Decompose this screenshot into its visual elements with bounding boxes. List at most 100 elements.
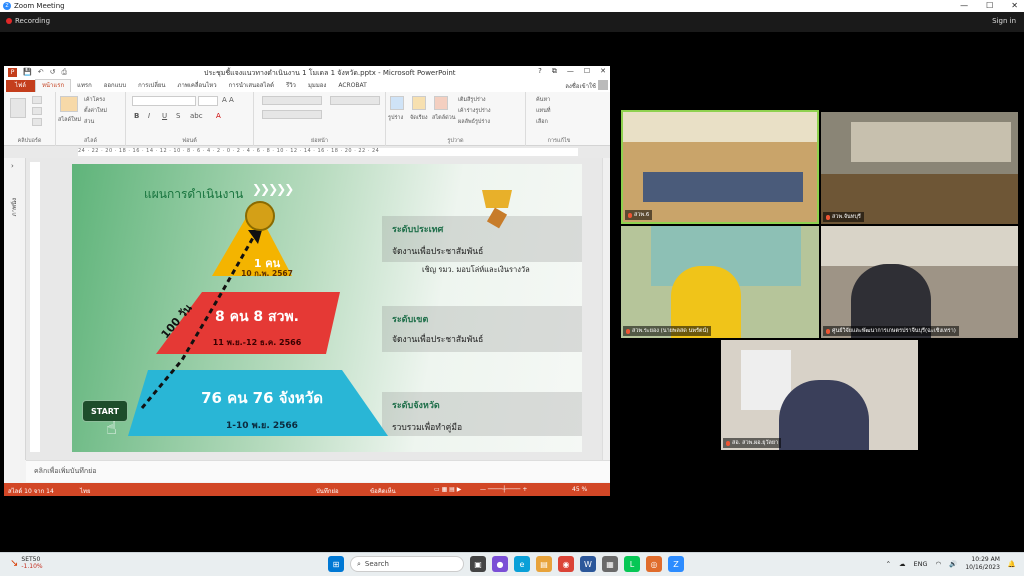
quick-style-icon[interactable] — [434, 96, 448, 110]
signin-button[interactable]: Sign in — [992, 17, 1016, 25]
search-box[interactable]: ⌕ Search — [350, 556, 464, 572]
group-label: คลิปบอร์ด — [17, 138, 42, 144]
stock-widget[interactable]: ↘ SET50 -1.10% — [10, 556, 43, 570]
start-button[interactable]: ⊞ — [328, 556, 344, 572]
video-tile[interactable]: สวพ.ระยอง (นายพลสด นพรัตน์) — [621, 226, 819, 338]
present-icon[interactable]: ⎙ — [61, 68, 67, 77]
signin-link[interactable]: ลงชื่อเข้าใช้ — [565, 81, 596, 91]
task-view-icon[interactable]: ▣ — [470, 556, 486, 572]
notes-toggle-button[interactable]: บันทึกย่อ — [316, 486, 339, 496]
notes-pane[interactable]: คลิกเพื่อเพิ่มบันทึกย่อ — [26, 460, 610, 482]
zoom-level[interactable]: 45 % — [572, 486, 587, 493]
tab-insert[interactable]: แทรก — [71, 80, 98, 92]
arrange-icon[interactable] — [412, 96, 426, 110]
video-tile[interactable]: ศูนย์วิจัยและพัฒนาการเกษตรปราจีนบุรี(ฉะเ… — [821, 226, 1018, 338]
shape-effects-button[interactable]: ผลลัพธ์รูปร่าง — [458, 118, 490, 126]
font-family-select[interactable] — [132, 96, 196, 106]
shadow-icon[interactable]: S — [176, 112, 180, 120]
close-button[interactable]: ✕ — [1011, 0, 1018, 12]
find-button[interactable]: ค้นหา — [536, 96, 550, 104]
shape-button[interactable]: รูปร่าง — [388, 114, 403, 122]
tab-animations[interactable]: ภาพเคลื่อนไหว — [172, 80, 223, 92]
tray-chevron-icon[interactable]: ⌃ — [886, 560, 891, 568]
shape-outline-button[interactable]: เค้าร่างรูปร่าง — [458, 107, 491, 115]
view-buttons[interactable]: ▭ ▦ ▤ ▶ — [434, 486, 461, 493]
chrome-profile-icon[interactable]: ◎ — [646, 556, 662, 572]
tab-acrobat[interactable]: ACROBAT — [332, 80, 373, 92]
file-explorer-icon[interactable]: ▤ — [536, 556, 552, 572]
recording-indicator[interactable]: Recording — [6, 17, 50, 25]
zoom-taskbar-icon[interactable]: Z — [668, 556, 684, 572]
collapse-thumbnails-icon[interactable]: › — [11, 162, 14, 170]
language-indicator[interactable]: ไทย — [80, 486, 91, 496]
tab-transitions[interactable]: การเปลี่ยน — [132, 80, 171, 92]
tab-slideshow[interactable]: การนำเสนอสไลด์ — [223, 80, 280, 92]
tab-file[interactable]: ไฟล์ — [6, 80, 35, 92]
replace-button[interactable]: แทนที่ — [536, 107, 551, 115]
list-buttons[interactable] — [262, 96, 322, 105]
redo-icon[interactable]: ↺ — [50, 68, 56, 77]
volume-icon[interactable]: 🔊 — [949, 560, 957, 568]
comments-toggle-button[interactable]: ข้อคิดเห็น — [370, 486, 396, 496]
cloud-icon[interactable]: ☁ — [899, 560, 906, 568]
avatar[interactable] — [598, 80, 608, 90]
shape-fill-button[interactable]: เติมสีรูปร่าง — [458, 96, 486, 104]
taskbar: ↘ SET50 -1.10% ⊞ ⌕ Search ▣ ● e ▤ ◉ W ▦ … — [0, 552, 1024, 576]
line-icon[interactable]: L — [624, 556, 640, 572]
bold-icon[interactable]: B — [134, 112, 139, 120]
font-size-select[interactable] — [198, 96, 218, 106]
copy-icon[interactable] — [32, 107, 42, 115]
tab-design[interactable]: ออกแบบ — [98, 80, 132, 92]
arrange-button[interactable]: จัดเรียง — [410, 114, 428, 122]
layout-button[interactable]: เค้าโครง — [84, 96, 105, 104]
quick-style-button[interactable]: สไตล์ด่วน — [432, 114, 456, 122]
tab-review[interactable]: รีวิว — [280, 80, 302, 92]
ppt-maximize-button[interactable]: ☐ — [584, 67, 590, 76]
italic-icon[interactable]: I — [148, 112, 150, 120]
notification-bell-icon[interactable]: 🔔 — [1008, 560, 1016, 568]
cut-icon[interactable] — [32, 96, 42, 104]
new-slide-icon[interactable] — [60, 96, 78, 112]
paste-icon[interactable] — [10, 98, 26, 118]
format-painter-icon[interactable] — [32, 118, 42, 126]
font-color-icon[interactable]: A — [216, 112, 221, 120]
strike-icon[interactable]: abc — [190, 112, 203, 120]
level-national-head: ระดับประเทศ — [392, 225, 444, 235]
reset-button[interactable]: ตั้งค่าใหม่ — [84, 107, 107, 115]
thumbnail-pane[interactable]: › ภาพนิ่ง — [4, 158, 26, 460]
help-icon[interactable]: ? — [538, 67, 542, 76]
tab-view[interactable]: มุมมอง — [302, 80, 332, 92]
shape-icon[interactable] — [390, 96, 404, 110]
clock[interactable]: 10:29 AM 10/16/2023 — [965, 556, 1000, 572]
maximize-button[interactable]: ☐ — [986, 0, 993, 12]
undo-icon[interactable]: ↶ — [38, 68, 44, 77]
app-icon[interactable]: ▦ — [602, 556, 618, 572]
grow-font-icon[interactable]: A A — [222, 96, 234, 104]
video-tile[interactable]: สวพ.6 — [621, 110, 819, 224]
ppt-minimize-button[interactable]: — — [567, 67, 574, 76]
align-buttons[interactable] — [262, 110, 322, 119]
ppt-close-button[interactable]: ✕ — [600, 67, 606, 76]
video-tile[interactable]: สอ. สวพ.ผอ.ยุวัลยา — [721, 340, 918, 450]
tab-home[interactable]: หน้าแรก — [34, 79, 72, 92]
underline-icon[interactable]: U — [162, 112, 167, 120]
edge-icon[interactable]: e — [514, 556, 530, 572]
record-dot-icon — [6, 18, 12, 24]
video-tile[interactable]: สวพ.จันทบุรี — [821, 112, 1018, 224]
input-language[interactable]: ENG — [914, 560, 928, 568]
word-icon[interactable]: W — [580, 556, 596, 572]
group-slides: สไลด์ใหม่ เค้าโครง ตั้งค่าใหม่ ส่วน สไลด… — [56, 92, 126, 146]
save-icon[interactable]: 💾 — [23, 68, 32, 77]
teams-icon[interactable]: ● — [492, 556, 508, 572]
chrome-icon[interactable]: ◉ — [558, 556, 574, 572]
minimize-button[interactable]: — — [960, 0, 968, 12]
section-button[interactable]: ส่วน — [84, 118, 94, 126]
new-slide-button[interactable]: สไลด์ใหม่ — [58, 116, 81, 124]
ribbon-display-icon[interactable]: ⧉ — [552, 67, 557, 76]
text-direction-buttons[interactable] — [330, 96, 380, 105]
zoom-slider[interactable]: — ────┼──── + — [480, 486, 527, 493]
select-button[interactable]: เลือก — [536, 118, 548, 126]
slide-canvas[interactable]: แผนการดำเนินงาน ❯❯❯❯❯ 1 คน 10 ก.พ. 2567 … — [72, 164, 582, 452]
vertical-scrollbar[interactable] — [602, 158, 610, 460]
wifi-icon[interactable]: ◠ — [936, 560, 942, 568]
